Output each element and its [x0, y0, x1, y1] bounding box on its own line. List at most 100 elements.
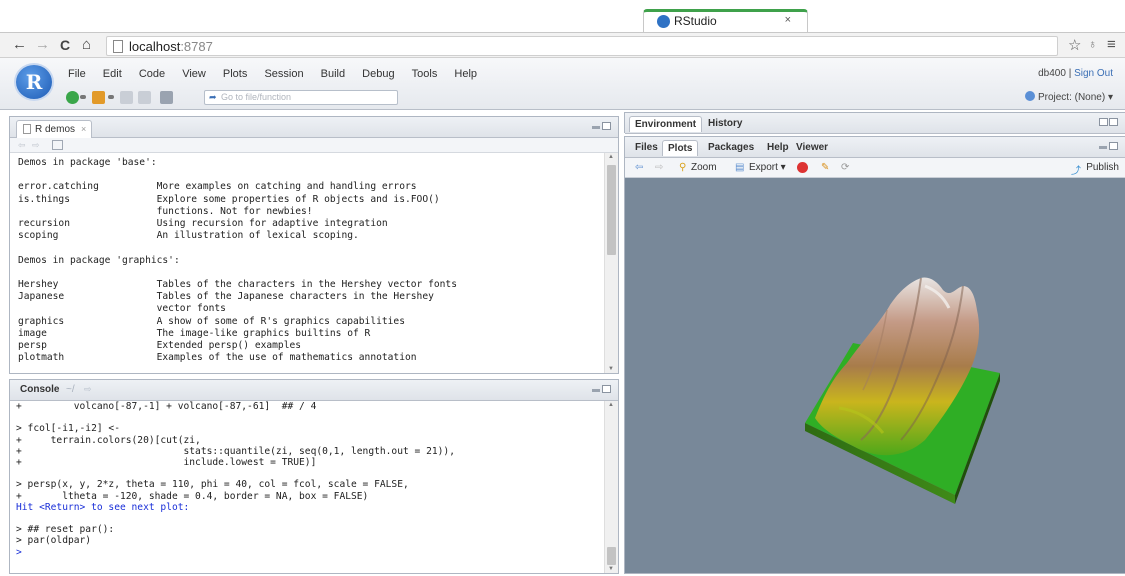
demo-line: persp Extended persp() examples [18, 340, 302, 352]
console-line: > fcol[-i1,-i2] <- [16, 423, 120, 435]
plots-toolbar: ⇦ ⇨ ⚲ Zoom ▤ Export ▾ ✎ ⟳ ⤴ Publish [625, 158, 1125, 178]
new-file-dropdown-icon[interactable] [80, 95, 86, 99]
reload-icon[interactable]: C [60, 37, 70, 53]
url-input[interactable]: localhost:8787 [106, 36, 1058, 56]
console-output[interactable]: + volcano[-87,-1] + volcano[-87,-61] ## … [10, 401, 604, 573]
menu-plots[interactable]: Plots [223, 68, 247, 80]
new-project-icon[interactable] [92, 91, 105, 104]
tab-r-demos-label: R demos [35, 124, 76, 135]
tab-packages[interactable]: Packages [703, 140, 759, 155]
console-goto-dir-icon[interactable]: ⇨ [84, 384, 92, 395]
menu-tools[interactable]: Tools [412, 68, 438, 80]
scroll-thumb[interactable] [607, 547, 616, 565]
demo-line: Demos in package 'graphics': [18, 254, 180, 266]
r-logo-icon: R [14, 63, 54, 101]
console-path: ~/ [66, 384, 75, 395]
clear-plots-icon[interactable]: ✎ [821, 162, 829, 173]
demo-line: Demos in package 'base': [18, 157, 157, 168]
scroll-up-icon[interactable]: ▲ [608, 154, 614, 160]
nav-back-icon[interactable]: ⇦ [18, 140, 26, 151]
browser-menu-icon[interactable]: ≡ [1107, 36, 1116, 53]
new-file-icon[interactable] [66, 91, 79, 104]
forward-icon[interactable]: → [35, 36, 50, 53]
source-pane-header: R demos × [10, 117, 618, 139]
console-pane: Console ~/ ⇨ + volcano[-87,-1] + volcano… [9, 379, 619, 574]
tab-r-demos[interactable]: R demos × [16, 120, 92, 139]
demo-line: vector fonts [18, 303, 226, 315]
demo-line [18, 267, 604, 279]
next-plot-icon[interactable]: ⇨ [655, 162, 663, 173]
pane-minmax-icon[interactable] [1099, 118, 1119, 128]
url-text: localhost:8787 [129, 39, 213, 54]
project-icon [1024, 91, 1035, 101]
remove-plot-icon[interactable] [797, 162, 808, 173]
browser-tab[interactable]: RStudio × [643, 9, 808, 32]
menu-debug[interactable]: Debug [362, 68, 394, 80]
demo-line: Japanese Tables of the Japanese characte… [18, 291, 434, 303]
tab-help[interactable]: Help [762, 140, 794, 155]
home-icon[interactable]: ⌂ [82, 36, 91, 53]
project-menu[interactable]: Project: (None) ▾ [1024, 91, 1113, 103]
scroll-down-icon[interactable]: ▼ [608, 566, 614, 572]
save-all-icon[interactable] [138, 91, 151, 104]
prev-plot-icon[interactable]: ⇦ [635, 162, 643, 173]
browser-tab-title: RStudio [674, 14, 717, 28]
menu-edit[interactable]: Edit [103, 68, 122, 80]
plots-tabbar: Files Plots Packages Help Viewer [625, 137, 1125, 158]
print-icon[interactable] [160, 91, 173, 104]
console-line: + volcano[-87,-1] + volcano[-87,-61] ## … [16, 401, 317, 412]
source-scrollbar[interactable]: ▲ ▼ [604, 153, 618, 373]
menu-code[interactable]: Code [139, 68, 165, 80]
demo-line: image The image-like graphics builtins o… [18, 327, 371, 339]
source-subtoolbar: ⇦ ⇨ [10, 138, 618, 153]
scroll-thumb[interactable] [607, 165, 616, 255]
export-button[interactable]: Export ▾ [749, 162, 786, 173]
zoom-icon: ⚲ [679, 162, 687, 173]
environment-header: Environment History [625, 113, 1125, 134]
menu-view[interactable]: View [182, 68, 206, 80]
tab-close-icon[interactable]: × [785, 14, 791, 26]
back-icon[interactable]: ← [12, 36, 27, 53]
console-line: > ## reset par(): [16, 524, 115, 536]
terrain-perspective-plot [805, 277, 1000, 504]
bookmark-star-icon[interactable]: ☆ [1068, 36, 1081, 54]
tab-close-icon[interactable]: × [81, 124, 86, 134]
menu-session[interactable]: Session [264, 68, 303, 80]
plots-pane: Files Plots Packages Help Viewer ⇦ ⇨ ⚲ Z… [624, 136, 1125, 574]
scroll-down-icon[interactable]: ▼ [608, 366, 614, 372]
user-info: db400 | Sign Out [1038, 68, 1113, 79]
zoom-button[interactable]: Zoom [691, 162, 717, 173]
pane-minmax-icon[interactable] [1099, 142, 1119, 152]
project-label: Project: (None) ▾ [1037, 92, 1113, 103]
publish-button[interactable]: Publish [1086, 162, 1119, 173]
rstudio-favicon-icon [657, 15, 670, 28]
tab-files[interactable]: Files [630, 140, 663, 155]
menu-help[interactable]: Help [454, 68, 477, 80]
tab-plots[interactable]: Plots [662, 140, 699, 156]
show-in-window-icon[interactable] [52, 140, 63, 150]
scroll-up-icon[interactable]: ▲ [608, 402, 614, 408]
go-to-file-input[interactable]: ➦ Go to file/function [204, 90, 398, 105]
sign-out-link[interactable]: Sign Out [1074, 68, 1113, 79]
demo-line [18, 242, 604, 254]
tab-environment[interactable]: Environment [629, 116, 703, 132]
address-bar-row: ← → C ⌂ localhost:8787 ☆ ♁ ≡ [0, 32, 1125, 58]
pane-minmax-icon[interactable] [592, 122, 612, 132]
pane-minmax-icon[interactable] [592, 385, 612, 395]
tab-history[interactable]: History [703, 116, 747, 131]
tab-viewer[interactable]: Viewer [791, 140, 833, 155]
menu-build[interactable]: Build [321, 68, 345, 80]
user-separator: | [1065, 68, 1075, 79]
console-scrollbar[interactable]: ▲ ▼ [604, 401, 618, 573]
extension-icon[interactable]: ♁ [1088, 37, 1097, 51]
save-icon[interactable] [120, 91, 133, 104]
console-line: > [16, 546, 22, 558]
plot-canvas [625, 178, 1125, 573]
environment-pane: Environment History [624, 112, 1125, 134]
nav-forward-icon[interactable]: ⇨ [32, 140, 40, 151]
menu-file[interactable]: File [68, 68, 86, 80]
refresh-plot-icon[interactable]: ⟳ [841, 162, 849, 173]
new-project-dropdown-icon[interactable] [108, 95, 114, 99]
console-header: Console ~/ ⇨ [10, 380, 618, 401]
